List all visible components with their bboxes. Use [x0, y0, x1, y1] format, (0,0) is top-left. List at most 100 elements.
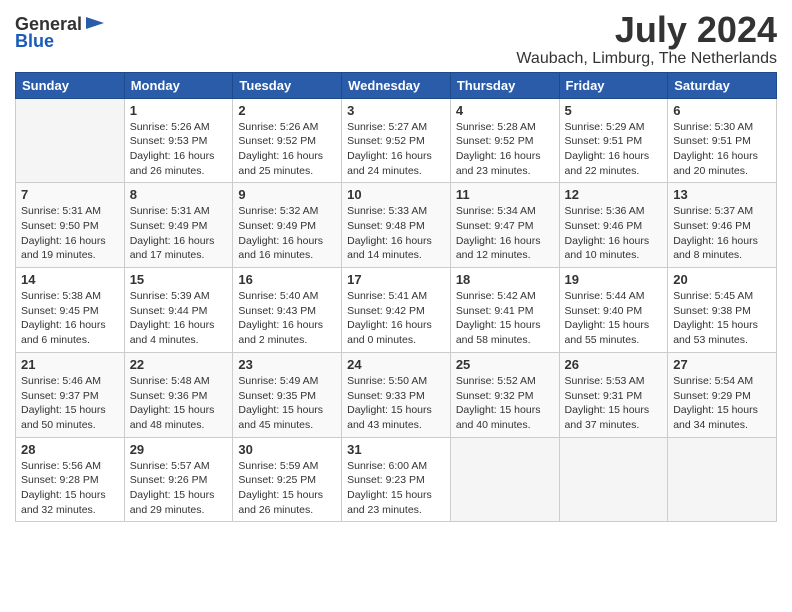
calendar-cell: 17 Sunrise: 5:41 AM Sunset: 9:42 PM Dayli…	[342, 268, 451, 353]
day-number: 29	[130, 442, 228, 457]
calendar-cell: 28Sunrise: 5:56 AM Sunset: 9:28 PM Dayli…	[16, 437, 125, 522]
calendar-cell: 24Sunrise: 5:50 AM Sunset: 9:33 PM Dayli…	[342, 352, 451, 437]
day-number: 31	[347, 442, 445, 457]
calendar-cell: 18 Sunrise: 5:42 AM Sunset: 9:41 PM Dayli…	[450, 268, 559, 353]
day-header-monday: Monday	[124, 72, 233, 98]
logo-blue-text: Blue	[15, 31, 54, 52]
day-number: 18	[456, 272, 554, 287]
day-info: Sunrise: 5:53 AM Sunset: 9:31 PM Dayligh…	[565, 374, 663, 433]
calendar-cell	[668, 437, 777, 522]
day-info: Sunrise: 5:41 AM Sunset: 9:42 PM Dayligh…	[347, 289, 445, 348]
day-number: 14	[21, 272, 119, 287]
calendar-cell: 30 Sunrise: 5:59 AM Sunset: 9:25 PM Dayli…	[233, 437, 342, 522]
day-info: Sunrise: 5:34 AM Sunset: 9:47 PM Dayligh…	[456, 204, 554, 263]
calendar-cell: 22Sunrise: 5:48 AM Sunset: 9:36 PM Dayli…	[124, 352, 233, 437]
day-info: Sunrise: 5:26 AM Sunset: 9:52 PM Dayligh…	[238, 120, 336, 179]
calendar-cell: 1 Sunrise: 5:26 AM Sunset: 9:53 PM Daylig…	[124, 98, 233, 183]
calendar-week-row: 7 Sunrise: 5:31 AM Sunset: 9:50 PM Daylig…	[16, 183, 777, 268]
day-info: Sunrise: 5:31 AM Sunset: 9:49 PM Dayligh…	[130, 204, 228, 263]
calendar-cell: 21 Sunrise: 5:46 AM Sunset: 9:37 PM Dayli…	[16, 352, 125, 437]
day-info: Sunrise: 5:50 AM Sunset: 9:33 PM Dayligh…	[347, 374, 445, 433]
day-info: Sunrise: 5:49 AM Sunset: 9:35 PM Dayligh…	[238, 374, 336, 433]
day-number: 4	[456, 103, 554, 118]
day-number: 1	[130, 103, 228, 118]
calendar-cell: 10 Sunrise: 5:33 AM Sunset: 9:48 PM Dayli…	[342, 183, 451, 268]
day-number: 2	[238, 103, 336, 118]
day-number: 5	[565, 103, 663, 118]
calendar-cell: 26 Sunrise: 5:53 AM Sunset: 9:31 PM Dayli…	[559, 352, 668, 437]
calendar-cell: 14Sunrise: 5:38 AM Sunset: 9:45 PM Dayli…	[16, 268, 125, 353]
day-header-thursday: Thursday	[450, 72, 559, 98]
calendar-cell: 29 Sunrise: 5:57 AM Sunset: 9:26 PM Dayli…	[124, 437, 233, 522]
day-number: 9	[238, 187, 336, 202]
calendar-cell: 2 Sunrise: 5:26 AM Sunset: 9:52 PM Daylig…	[233, 98, 342, 183]
day-number: 26	[565, 357, 663, 372]
day-number: 15	[130, 272, 228, 287]
calendar-cell: 4 Sunrise: 5:28 AM Sunset: 9:52 PM Daylig…	[450, 98, 559, 183]
day-header-saturday: Saturday	[668, 72, 777, 98]
day-number: 25	[456, 357, 554, 372]
page-header: General Blue July 2024 Waubach, Limburg,…	[15, 10, 777, 68]
calendar-cell: 19 Sunrise: 5:44 AM Sunset: 9:40 PM Dayli…	[559, 268, 668, 353]
calendar-cell: 12 Sunrise: 5:36 AM Sunset: 9:46 PM Dayli…	[559, 183, 668, 268]
calendar-cell: 8 Sunrise: 5:31 AM Sunset: 9:49 PM Daylig…	[124, 183, 233, 268]
day-info: Sunrise: 5:57 AM Sunset: 9:26 PM Dayligh…	[130, 459, 228, 518]
logo-flag-icon	[84, 15, 106, 35]
day-number: 16	[238, 272, 336, 287]
calendar-cell: 7 Sunrise: 5:31 AM Sunset: 9:50 PM Daylig…	[16, 183, 125, 268]
day-info: Sunrise: 5:37 AM Sunset: 9:46 PM Dayligh…	[673, 204, 771, 263]
calendar-cell: 3 Sunrise: 5:27 AM Sunset: 9:52 PM Daylig…	[342, 98, 451, 183]
location-title: Waubach, Limburg, The Netherlands	[516, 50, 777, 68]
calendar-cell: 15 Sunrise: 5:39 AM Sunset: 9:44 PM Dayli…	[124, 268, 233, 353]
day-info: Sunrise: 5:31 AM Sunset: 9:50 PM Dayligh…	[21, 204, 119, 263]
day-info: Sunrise: 5:36 AM Sunset: 9:46 PM Dayligh…	[565, 204, 663, 263]
day-info: Sunrise: 5:28 AM Sunset: 9:52 PM Dayligh…	[456, 120, 554, 179]
calendar-cell: 9 Sunrise: 5:32 AM Sunset: 9:49 PM Daylig…	[233, 183, 342, 268]
day-number: 19	[565, 272, 663, 287]
day-number: 11	[456, 187, 554, 202]
day-info: Sunrise: 5:29 AM Sunset: 9:51 PM Dayligh…	[565, 120, 663, 179]
calendar-cell	[450, 437, 559, 522]
day-info: Sunrise: 5:46 AM Sunset: 9:37 PM Dayligh…	[21, 374, 119, 433]
day-number: 22	[130, 357, 228, 372]
day-info: Sunrise: 5:44 AM Sunset: 9:40 PM Dayligh…	[565, 289, 663, 348]
day-info: Sunrise: 5:26 AM Sunset: 9:53 PM Dayligh…	[130, 120, 228, 179]
day-header-sunday: Sunday	[16, 72, 125, 98]
day-header-friday: Friday	[559, 72, 668, 98]
day-number: 3	[347, 103, 445, 118]
day-number: 8	[130, 187, 228, 202]
day-number: 7	[21, 187, 119, 202]
calendar-week-row: 28Sunrise: 5:56 AM Sunset: 9:28 PM Dayli…	[16, 437, 777, 522]
day-header-tuesday: Tuesday	[233, 72, 342, 98]
calendar-week-row: 21 Sunrise: 5:46 AM Sunset: 9:37 PM Dayli…	[16, 352, 777, 437]
calendar-cell: 13Sunrise: 5:37 AM Sunset: 9:46 PM Dayli…	[668, 183, 777, 268]
day-info: Sunrise: 5:45 AM Sunset: 9:38 PM Dayligh…	[673, 289, 771, 348]
calendar-cell: 23 Sunrise: 5:49 AM Sunset: 9:35 PM Dayli…	[233, 352, 342, 437]
day-info: Sunrise: 5:52 AM Sunset: 9:32 PM Dayligh…	[456, 374, 554, 433]
calendar-table: SundayMondayTuesdayWednesdayThursdayFrid…	[15, 72, 777, 523]
day-number: 20	[673, 272, 771, 287]
logo: General Blue	[15, 14, 106, 52]
day-info: Sunrise: 5:27 AM Sunset: 9:52 PM Dayligh…	[347, 120, 445, 179]
calendar-cell: 5 Sunrise: 5:29 AM Sunset: 9:51 PM Daylig…	[559, 98, 668, 183]
day-number: 21	[21, 357, 119, 372]
month-title: July 2024	[516, 10, 777, 50]
day-header-wednesday: Wednesday	[342, 72, 451, 98]
day-number: 17	[347, 272, 445, 287]
day-info: Sunrise: 5:39 AM Sunset: 9:44 PM Dayligh…	[130, 289, 228, 348]
day-info: Sunrise: 5:42 AM Sunset: 9:41 PM Dayligh…	[456, 289, 554, 348]
day-info: Sunrise: 5:54 AM Sunset: 9:29 PM Dayligh…	[673, 374, 771, 433]
day-number: 12	[565, 187, 663, 202]
day-number: 30	[238, 442, 336, 457]
day-number: 28	[21, 442, 119, 457]
day-info: Sunrise: 5:32 AM Sunset: 9:49 PM Dayligh…	[238, 204, 336, 263]
calendar-cell: 27Sunrise: 5:54 AM Sunset: 9:29 PM Dayli…	[668, 352, 777, 437]
day-number: 23	[238, 357, 336, 372]
calendar-cell	[559, 437, 668, 522]
day-info: Sunrise: 5:40 AM Sunset: 9:43 PM Dayligh…	[238, 289, 336, 348]
day-number: 10	[347, 187, 445, 202]
day-info: Sunrise: 5:59 AM Sunset: 9:25 PM Dayligh…	[238, 459, 336, 518]
day-info: Sunrise: 6:00 AM Sunset: 9:23 PM Dayligh…	[347, 459, 445, 518]
day-info: Sunrise: 5:33 AM Sunset: 9:48 PM Dayligh…	[347, 204, 445, 263]
calendar-cell: 20 Sunrise: 5:45 AM Sunset: 9:38 PM Dayli…	[668, 268, 777, 353]
